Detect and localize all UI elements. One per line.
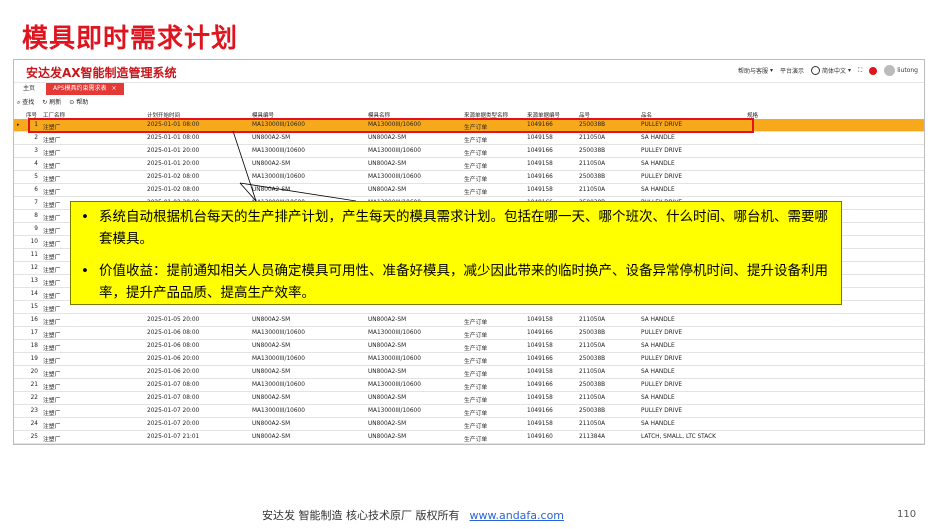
callout-bullet-2: • 价值收益：提前通知相关人员确定模具可用性、准备好模具，减少因此带来的临时换产… [81, 263, 828, 301]
slide-footer: 安达发 智能制造 核心技术原厂 版权所有 www.andafa.com [262, 509, 565, 522]
page-number: 110 [897, 509, 917, 520]
footer-link[interactable]: www.andafa.com [470, 509, 565, 522]
callout-box: • 系统自动根据机台每天的生产排产计划，产生每天的模具需求计划。包括在哪一天、哪… [70, 201, 842, 305]
callout-bullet-1: • 系统自动根据机台每天的生产排产计划，产生每天的模具需求计划。包括在哪一天、哪… [81, 209, 828, 247]
